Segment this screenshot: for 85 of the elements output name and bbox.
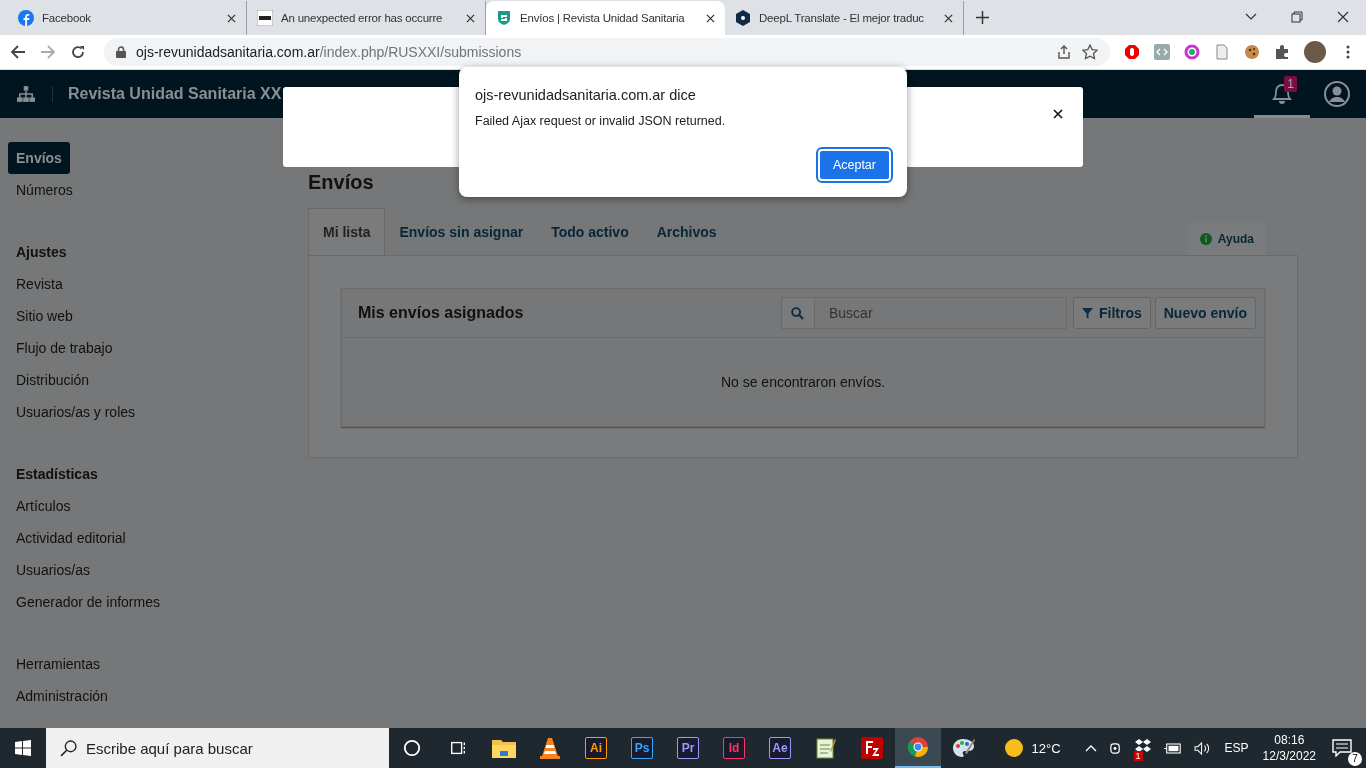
notification-count: 7 (1348, 752, 1362, 766)
folder-icon[interactable] (492, 738, 516, 758)
close-icon[interactable] (944, 13, 953, 23)
sidebar-heading: Estadísticas (15, 465, 99, 484)
close-icon[interactable] (1053, 109, 1063, 119)
new-submission-button[interactable]: Nuevo envío (1154, 297, 1256, 329)
sidebar-item[interactable]: Envíos (8, 142, 70, 174)
notification-center-button[interactable] (1332, 739, 1352, 757)
chevron-up-icon[interactable] (1084, 744, 1097, 752)
page-title: Envíos (308, 170, 375, 194)
sidebar-item[interactable]: Números (8, 174, 81, 206)
speaker-icon[interactable] (1193, 741, 1211, 755)
list-title: Mis envíos asignados (358, 304, 524, 322)
back-arrow-icon[interactable] (10, 44, 26, 60)
content-tab[interactable]: Todo activo (537, 209, 643, 255)
pkp-logo-icon (257, 10, 273, 26)
info-icon (1199, 233, 1212, 245)
chrome-icon[interactable] (907, 736, 929, 758)
star-icon[interactable] (1082, 44, 1098, 60)
sidebar-item[interactable]: Distribución (8, 364, 98, 396)
task-view-icon[interactable] (449, 739, 467, 757)
tray-badge: 1 (1133, 751, 1143, 761)
close-icon[interactable] (706, 13, 715, 23)
search-field[interactable]: Buscar (814, 297, 1067, 329)
sidebar-item[interactable]: Generador de informes (8, 586, 168, 618)
color-ring-icon[interactable] (1184, 44, 1200, 60)
taskbar-search-field[interactable]: Escribe aquí para buscar (46, 728, 389, 768)
camera-icon[interactable] (1108, 740, 1122, 756)
battery-icon[interactable] (1163, 742, 1182, 754)
alert-title: ojs-revunidadsanitaria.com.ar dice (475, 87, 697, 103)
sidebar-item[interactable]: Sitio web (8, 300, 81, 332)
sidebar-item[interactable]: Usuarios/as y roles (8, 396, 144, 428)
user-avatar-icon[interactable] (1324, 81, 1350, 107)
sidebar-item[interactable]: Herramientas (8, 648, 109, 680)
notification-count: 1 (1284, 76, 1297, 92)
clock[interactable]: 08:16 12/3/2022 (1262, 732, 1316, 764)
share-icon[interactable] (1056, 44, 1072, 60)
content-tab[interactable]: Envíos sin asignar (385, 209, 538, 255)
filter-icon (1081, 307, 1093, 319)
close-icon[interactable] (227, 13, 236, 23)
address-bar[interactable]: ojs-revunidadsanitaria.com.ar/index.php/RUSXXI/submissions (104, 38, 1110, 66)
browser-tab[interactable]: Envíos | Revista Unidad Sanitaria (486, 1, 725, 35)
close-icon[interactable] (466, 13, 475, 23)
circle-icon[interactable] (403, 739, 421, 757)
app-icon[interactable]: Ps (631, 737, 653, 759)
shield-icon (496, 10, 512, 26)
empty-message: No se encontraron envíos. (719, 373, 887, 392)
sidebar-item[interactable]: Administración (8, 680, 116, 712)
content-tab[interactable]: Archivos (642, 209, 731, 255)
cookie-icon[interactable] (1244, 44, 1260, 60)
puzzle-icon[interactable] (1274, 44, 1290, 60)
lock-icon (116, 46, 126, 58)
hexagon-icon (735, 10, 751, 26)
app-icon[interactable]: Id (723, 737, 745, 759)
journal-title[interactable]: Revista Unidad Sanitaria XX (68, 85, 282, 103)
language-indicator[interactable]: ESP (1224, 741, 1249, 755)
accept-button[interactable]: Aceptar (817, 149, 891, 181)
app-icon[interactable]: Pr (677, 737, 699, 759)
search-icon (60, 740, 77, 757)
profile-avatar[interactable] (1304, 41, 1326, 63)
traffic-cone-icon[interactable] (540, 737, 560, 759)
weather-temperature[interactable]: 12°C (1031, 740, 1061, 756)
sidebar-heading: Ajustes (15, 243, 68, 262)
notepad-icon[interactable] (816, 737, 836, 759)
url-text: ojs-revunidadsanitaria.com.ar/index.php/RUSXXI/submissions (136, 44, 522, 60)
reload-icon[interactable] (70, 44, 86, 60)
search-icon (780, 297, 815, 329)
app-icon[interactable]: Ae (769, 737, 791, 759)
filter-button[interactable]: Filtros (1072, 297, 1151, 329)
content-tab[interactable]: Mi lista (308, 208, 386, 255)
app-icon[interactable]: Ai (585, 737, 607, 759)
sidebar-item[interactable]: Artículos (8, 490, 79, 522)
sidebar-item[interactable]: Flujo de trabajo (8, 332, 121, 364)
sun-icon[interactable] (1003, 738, 1024, 758)
alert-message: Failed Ajax request or invalid JSON returned. (475, 114, 727, 128)
notifications-button[interactable]: 1 (1254, 70, 1310, 118)
circle-f-icon (18, 10, 34, 26)
sidebar-item[interactable]: Usuarios/as (8, 554, 98, 586)
sidebar-item[interactable]: Actividad editorial (8, 522, 134, 554)
palette-icon[interactable] (952, 737, 976, 759)
plus-icon[interactable] (976, 11, 989, 24)
help-button[interactable]: Ayuda (1187, 223, 1266, 255)
fz-logo-icon[interactable] (861, 737, 883, 759)
stop-hand-icon[interactable] (1124, 44, 1140, 60)
sidebar-item[interactable]: Revista (8, 268, 71, 300)
